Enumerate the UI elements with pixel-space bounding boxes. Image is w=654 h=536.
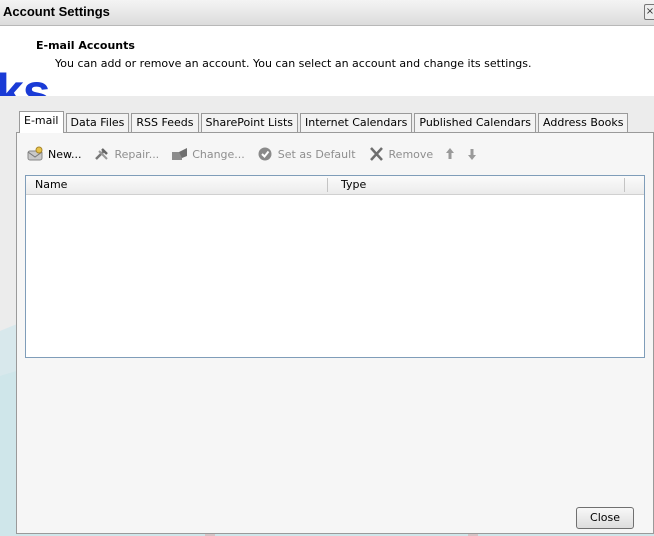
title-bar: Account Settings × bbox=[0, 0, 654, 26]
section-description: You can add or remove an account. You ca… bbox=[55, 57, 532, 70]
remove-button[interactable]: Remove bbox=[368, 146, 434, 162]
account-list[interactable]: Name Type bbox=[25, 175, 645, 358]
email-tab-panel: New... Repair... Change... Set as Defaul… bbox=[16, 132, 654, 534]
column-header-name[interactable]: Name bbox=[35, 178, 67, 191]
repair-button[interactable]: Repair... bbox=[93, 146, 159, 162]
wrench-hammer-icon bbox=[95, 148, 109, 160]
new-account-label: New... bbox=[48, 147, 82, 161]
checkmark-circle-icon bbox=[258, 147, 272, 161]
arrow-up-icon[interactable] bbox=[445, 147, 455, 161]
tab-internet-calendars[interactable]: Internet Calendars bbox=[300, 113, 413, 132]
column-divider[interactable] bbox=[327, 178, 328, 192]
tab-strip: E-mail Data Files RSS Feeds SharePoint L… bbox=[19, 111, 630, 133]
section-title: E-mail Accounts bbox=[36, 39, 135, 52]
account-toolbar: New... Repair... Change... Set as Defaul… bbox=[27, 144, 489, 164]
repair-label: Repair... bbox=[114, 147, 160, 161]
column-header-type[interactable]: Type bbox=[341, 178, 366, 191]
tab-email[interactable]: E-mail bbox=[19, 111, 64, 133]
change-button[interactable]: Change... bbox=[171, 146, 245, 162]
tab-rss-feeds[interactable]: RSS Feeds bbox=[131, 113, 199, 132]
window-title: Account Settings bbox=[3, 4, 110, 19]
set-default-button[interactable]: Set as Default bbox=[257, 146, 356, 162]
new-account-button[interactable]: New... bbox=[27, 146, 81, 162]
dialog-header: ks E-mail Accounts You can add or remove… bbox=[0, 26, 654, 120]
dialog-body: E-mail Data Files RSS Feeds SharePoint L… bbox=[0, 96, 654, 536]
tab-sharepoint-lists[interactable]: SharePoint Lists bbox=[200, 113, 299, 132]
window-close-button[interactable]: × bbox=[644, 4, 654, 20]
column-divider[interactable] bbox=[624, 178, 625, 192]
close-button-label: Close bbox=[590, 511, 620, 524]
tab-data-files[interactable]: Data Files bbox=[65, 113, 130, 132]
change-label: Change... bbox=[192, 147, 245, 161]
list-header: Name Type bbox=[26, 176, 644, 195]
x-icon bbox=[369, 147, 383, 161]
close-button[interactable]: Close bbox=[576, 507, 634, 529]
tab-address-books[interactable]: Address Books bbox=[538, 113, 629, 132]
change-icon bbox=[172, 148, 188, 160]
arrow-down-icon[interactable] bbox=[467, 147, 477, 161]
set-default-label: Set as Default bbox=[277, 147, 356, 161]
remove-label: Remove bbox=[388, 147, 434, 161]
new-account-icon bbox=[27, 146, 43, 161]
tab-published-calendars[interactable]: Published Calendars bbox=[414, 113, 537, 132]
